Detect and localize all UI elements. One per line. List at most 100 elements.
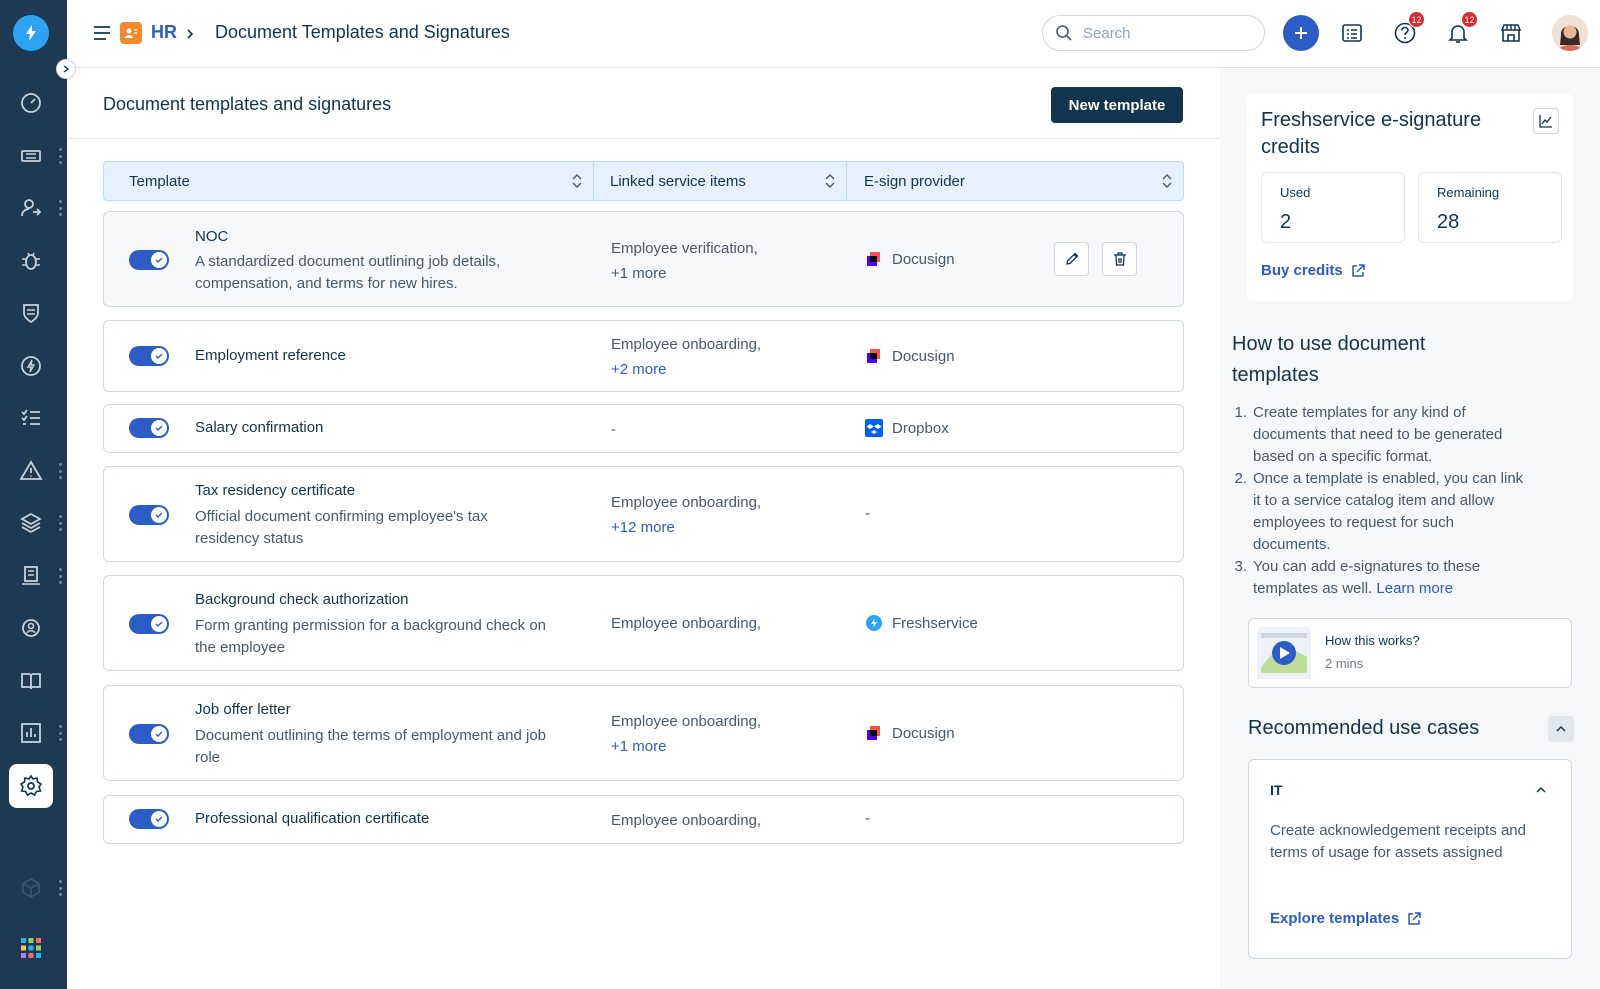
template-enable-toggle[interactable] <box>129 724 169 744</box>
quick-create-button[interactable] <box>1283 15 1319 51</box>
template-enable-toggle[interactable] <box>129 809 169 829</box>
reading-list-button[interactable] <box>1338 19 1366 47</box>
credits-chart-button[interactable] <box>1533 108 1559 134</box>
recommended-collapse-button[interactable] <box>1548 716 1574 742</box>
template-enable-toggle[interactable] <box>129 614 169 634</box>
trash-icon <box>1113 252 1126 266</box>
table-row[interactable]: Employment reference Employee onboarding… <box>103 320 1184 392</box>
checklist-icon <box>21 409 40 425</box>
column-header-linked-items[interactable]: Linked service items <box>594 162 847 200</box>
column-header-esign-provider[interactable]: E-sign provider <box>847 162 1183 200</box>
use-case-title: IT <box>1270 782 1283 798</box>
sidebar-more-dots[interactable] <box>58 463 62 479</box>
freshservice-logo-icon[interactable] <box>13 15 49 51</box>
user-switch-icon <box>21 199 42 217</box>
bug-icon <box>22 252 40 270</box>
notifications-button[interactable]: 12 <box>1444 11 1478 47</box>
page-breadcrumb-title: Document Templates and Signatures <box>215 22 510 42</box>
template-name[interactable]: Tax residency certificate <box>195 482 355 499</box>
sidebar-item-contracts[interactable] <box>9 554 53 598</box>
table-row[interactable]: Salary confirmation - Dropbox <box>103 404 1184 453</box>
sidebar-item-support[interactable] <box>9 606 53 650</box>
app-switcher[interactable] <box>9 926 53 970</box>
sidebar-item-releases[interactable] <box>9 344 53 388</box>
linked-service-items: Employee onboarding, <box>611 611 761 636</box>
hamburger-menu-icon[interactable] <box>92 24 112 47</box>
search-input[interactable]: Search <box>1042 15 1265 51</box>
template-name[interactable]: Background check authorization <box>195 591 408 608</box>
sidebar-item-alerts[interactable] <box>9 449 53 493</box>
template-name[interactable]: NOC <box>195 228 228 245</box>
template-enable-toggle[interactable] <box>129 250 169 270</box>
buy-credits-link[interactable]: Buy credits <box>1261 262 1366 279</box>
template-name[interactable]: Employment reference <box>195 347 346 364</box>
table-header: Template Linked service items E-sign pro… <box>103 161 1184 201</box>
sidebar-more-dots[interactable] <box>58 725 62 741</box>
buy-credits-label: Buy credits <box>1261 262 1343 279</box>
edit-template-button[interactable] <box>1054 242 1089 276</box>
breadcrumb-module[interactable]: HR <box>151 22 177 43</box>
esign-provider: Docusign <box>865 724 955 742</box>
credits-title: Freshservice e-signature credits <box>1261 109 1482 158</box>
template-enable-toggle[interactable] <box>129 418 169 438</box>
table-row[interactable]: Tax residency certificate Official docum… <box>103 466 1184 562</box>
template-enable-toggle[interactable] <box>129 505 169 525</box>
sidebar-item-problems[interactable] <box>9 239 53 283</box>
sidebar-item-tasks[interactable] <box>9 396 53 440</box>
sidebar-item-reports[interactable] <box>9 711 53 755</box>
page-title: Document templates and signatures <box>103 94 392 114</box>
main-content: Document templates and signatures New te… <box>67 69 1220 989</box>
table-row[interactable]: NOC A standardized document outlining jo… <box>103 211 1184 307</box>
marketplace-button[interactable] <box>1497 19 1525 47</box>
provider-name: Docusign <box>892 347 955 365</box>
table-row[interactable]: Job offer letter Document outlining the … <box>103 685 1184 781</box>
credits-used-stat: Used 2 <box>1261 172 1405 243</box>
template-name[interactable]: Salary confirmation <box>195 419 323 436</box>
dashboard-icon <box>21 93 41 113</box>
sidebar-item-dashboard[interactable] <box>9 81 53 125</box>
table-row[interactable]: Professional qualification certificate E… <box>103 795 1184 844</box>
sidebar-item-tickets[interactable] <box>9 134 53 178</box>
linked-items-text: Employee onboarding, <box>611 336 762 353</box>
cube-icon <box>22 878 40 898</box>
recommended-title: Recommended use cases <box>1248 717 1480 739</box>
sidebar-more-dots[interactable] <box>58 200 62 216</box>
esign-provider: Dropbox <box>865 419 949 437</box>
sidebar-item-cube[interactable] <box>9 866 53 910</box>
chevron-up-icon[interactable] <box>1535 784 1547 796</box>
user-avatar[interactable] <box>1552 15 1588 51</box>
template-name[interactable]: Professional qualification certificate <box>195 810 429 827</box>
sidebar-expand-icon[interactable] <box>56 59 76 79</box>
delete-template-button[interactable] <box>1102 242 1137 276</box>
linked-items-more: +1 more <box>611 265 667 282</box>
linked-items-text: - <box>611 421 616 438</box>
sidebar-item-admin[interactable] <box>9 764 53 808</box>
chevron-up-icon <box>1556 725 1566 732</box>
table-row[interactable]: Background check authorization Form gran… <box>103 575 1184 671</box>
column-header-template[interactable]: Template <box>104 162 594 200</box>
explore-templates-link[interactable]: Explore templates <box>1270 910 1422 927</box>
sidebar-more-dots[interactable] <box>58 148 62 164</box>
sidebar-item-assets[interactable] <box>9 501 53 545</box>
sidebar-more-dots[interactable] <box>58 880 62 896</box>
pencil-icon <box>1065 252 1078 265</box>
sidebar-item-changes[interactable] <box>9 291 53 335</box>
layers-icon <box>20 512 42 534</box>
linked-items-more-link[interactable]: +2 more <box>611 357 761 382</box>
line-chart-icon <box>1539 115 1552 128</box>
template-enable-toggle[interactable] <box>129 346 169 366</box>
how-this-works-video[interactable]: How this works? 2 mins <box>1248 618 1572 688</box>
sidebar-more-dots[interactable] <box>58 568 62 584</box>
template-name[interactable]: Job offer letter <box>195 701 291 718</box>
sidebar-item-requesters[interactable] <box>9 186 53 230</box>
notifications-badge: 12 <box>1461 11 1478 28</box>
check-icon <box>155 353 163 359</box>
help-button[interactable]: 12 <box>1391 11 1425 47</box>
sidebar-item-solutions[interactable] <box>9 659 53 703</box>
new-template-button[interactable]: New template <box>1051 87 1183 123</box>
linked-items-more-link[interactable]: +12 more <box>611 515 761 540</box>
learn-more-link[interactable]: Learn more <box>1376 580 1453 597</box>
sidebar-more-dots[interactable] <box>58 515 62 531</box>
linked-items-text: Employee onboarding, <box>611 494 762 511</box>
linked-items-more-link[interactable]: +1 more <box>611 734 761 759</box>
